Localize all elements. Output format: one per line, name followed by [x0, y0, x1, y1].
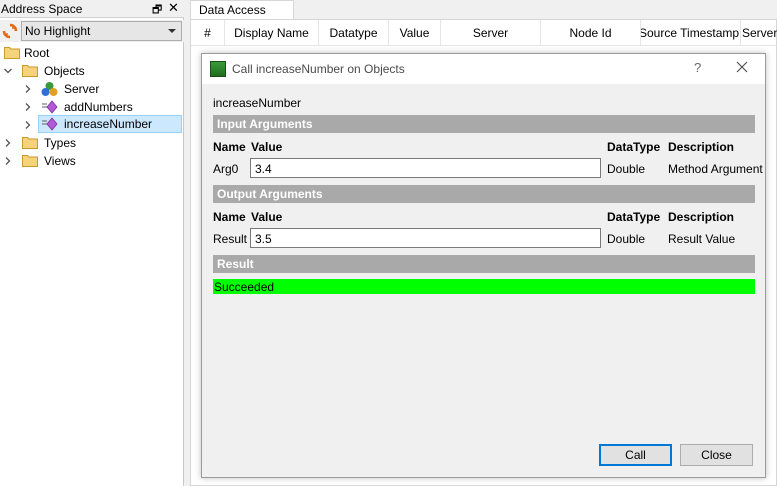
column-header[interactable]: Server [441, 20, 541, 46]
chevron-down-icon[interactable] [4, 67, 12, 75]
chevron-down-icon [168, 29, 176, 33]
output-arg-name: Result [213, 232, 248, 246]
highlight-row: No Highlight [0, 20, 184, 42]
column-header[interactable]: Datatype [319, 20, 389, 46]
tree-label: Objects [44, 64, 85, 78]
panel-close-icon[interactable]: ✕ [168, 0, 179, 16]
call-method-dialog: Call increaseNumber on Objects ? increas… [201, 53, 766, 478]
chevron-right-icon[interactable] [24, 85, 32, 93]
input-arg-name: Arg0 [213, 162, 239, 176]
input-arg-value-field[interactable]: 3.4 [250, 158, 601, 178]
column-header[interactable]: Value [389, 20, 441, 46]
call-button[interactable]: Call [599, 444, 672, 466]
address-space-panel: Address Space 🗗 ✕ No Highlight Root Obje… [0, 0, 184, 486]
method-icon [42, 100, 58, 114]
result-header: Result [213, 255, 755, 273]
folder-icon [22, 137, 38, 149]
column-header[interactable]: Display Name [225, 20, 319, 46]
tree-item-objects[interactable]: Objects [0, 62, 184, 80]
datatype-column-label: DataType [607, 210, 661, 224]
chevron-right-icon[interactable] [24, 121, 32, 129]
tab-data-access-view[interactable]: Data Access View [190, 0, 294, 31]
column-header[interactable]: Source Timestamp [641, 20, 741, 46]
column-header[interactable]: # [191, 20, 225, 46]
column-header[interactable]: Server T [741, 20, 777, 46]
highlight-dropdown-value: No Highlight [25, 24, 91, 38]
undock-icon[interactable]: 🗗 [152, 1, 162, 20]
close-icon[interactable] [734, 59, 750, 75]
name-column-label: Name [213, 210, 246, 224]
highlight-dropdown[interactable]: No Highlight [21, 21, 182, 41]
name-column-label: Name [213, 140, 246, 154]
tree-item-addnumbers[interactable]: addNumbers [0, 98, 184, 116]
tree-label: Root [24, 46, 50, 60]
input-arguments-header: Input Arguments [213, 115, 755, 133]
tree-label: addNumbers [64, 100, 133, 114]
output-arg-description: Result Value [668, 232, 736, 246]
address-space-titlebar: Address Space 🗗 ✕ [0, 0, 184, 18]
app-icon [210, 61, 226, 77]
result-status: Succeeded [213, 279, 755, 294]
output-arguments-header: Output Arguments [213, 185, 755, 203]
tree-item-types[interactable]: Types [0, 134, 184, 152]
method-name: increaseNumber [213, 96, 302, 110]
refresh-icon[interactable] [2, 23, 18, 39]
tree-label: Types [44, 136, 77, 150]
tree-item-root[interactable]: Root [0, 44, 184, 62]
tree-item-server[interactable]: Server [0, 80, 184, 98]
tree-label: increaseNumber [64, 117, 153, 131]
tree-item-views[interactable]: Views [0, 152, 184, 170]
description-column-label: Description [668, 210, 735, 224]
tree-item-increasenumber[interactable]: increaseNumber [38, 115, 182, 133]
chevron-right-icon[interactable] [4, 157, 12, 165]
input-arg-description: Method Argument [668, 162, 763, 176]
close-button[interactable]: Close [680, 444, 753, 466]
chevron-right-icon[interactable] [24, 103, 32, 111]
folder-icon [4, 47, 20, 59]
output-arg-value-field[interactable]: 3.5 [250, 228, 601, 248]
datatype-column-label: DataType [607, 140, 661, 154]
dialog-titlebar: Call increaseNumber on Objects ? [202, 54, 765, 84]
value-column-label: Value [251, 140, 283, 154]
column-header[interactable]: Node Id [541, 20, 641, 46]
dialog-title: Call increaseNumber on Objects [232, 62, 405, 76]
tree-label: Server [64, 82, 100, 96]
help-icon[interactable]: ? [694, 60, 701, 75]
folder-icon [22, 65, 38, 77]
tree-label: Views [44, 154, 76, 168]
value-column-label: Value [251, 210, 283, 224]
method-icon [42, 117, 58, 131]
grid-header: # Display Name Datatype Value Server Nod… [191, 20, 777, 46]
address-space-title: Address Space [1, 2, 83, 16]
output-arg-datatype: Double [607, 232, 646, 246]
folder-icon [22, 155, 38, 167]
server-object-icon [41, 82, 58, 96]
input-arg-datatype: Double [607, 162, 646, 176]
description-column-label: Description [668, 140, 735, 154]
chevron-right-icon[interactable] [4, 139, 12, 147]
